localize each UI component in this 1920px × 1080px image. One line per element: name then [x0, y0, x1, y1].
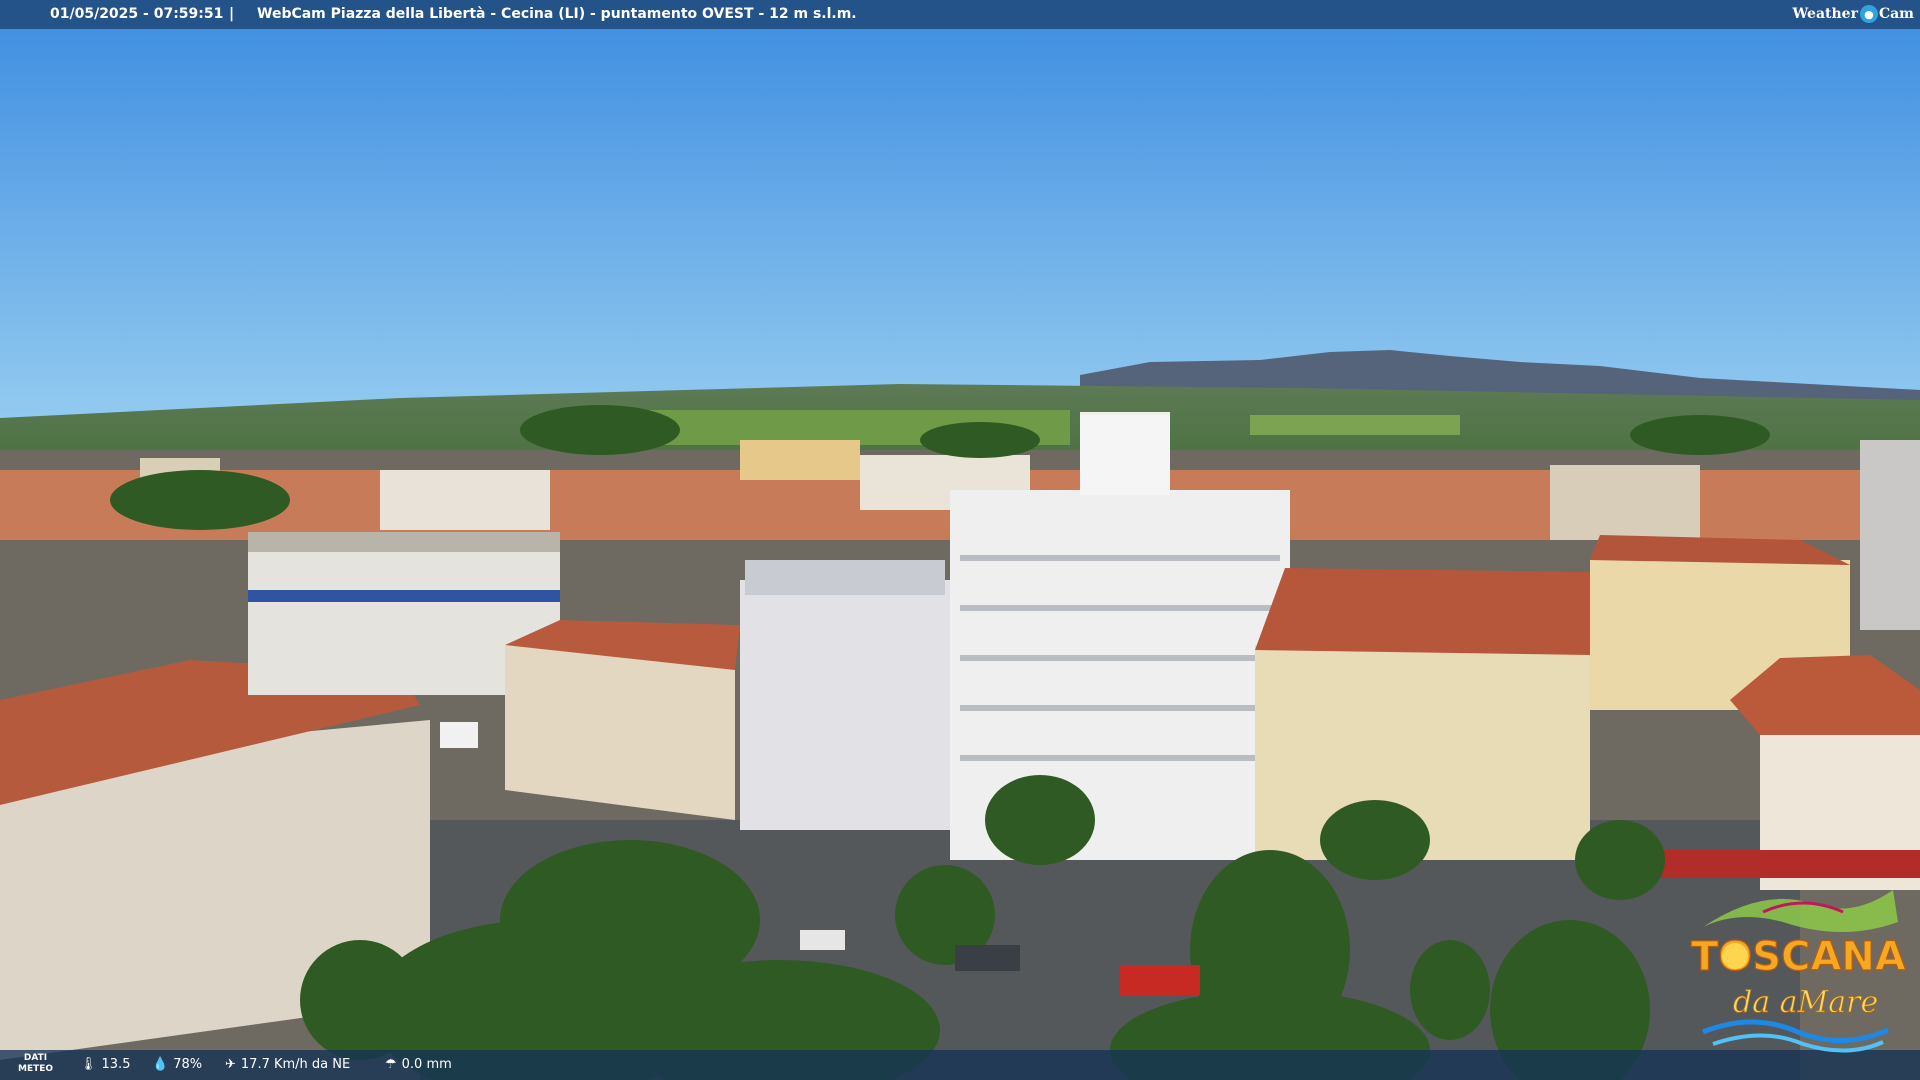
- timestamp: 01/05/2025 - 07:59:51: [50, 6, 224, 22]
- camera-icon: ●: [1859, 5, 1878, 23]
- webcam-scene: [0, 0, 1920, 1080]
- building-beige: [505, 620, 740, 820]
- wind-value: 17.7 Km/h da NE: [240, 1057, 351, 1072]
- humidity-value: 78%: [173, 1057, 203, 1072]
- sun-icon: [1722, 943, 1748, 969]
- building-yellow: [1255, 568, 1590, 860]
- temperature-value: 13.5: [101, 1057, 131, 1072]
- building-grey: [740, 560, 955, 830]
- weathercam-brand-left: Weather: [1792, 6, 1858, 22]
- humidity-item: 💧 78%: [152, 1057, 202, 1072]
- rain-value: 0.0 mm: [401, 1057, 452, 1072]
- weathercam-brand-right: Cam: [1878, 6, 1914, 22]
- logo-line2: da aMare: [1733, 985, 1878, 1020]
- thermometer-icon: 🌡: [80, 1057, 97, 1072]
- toscana-da-amare-logo: TOSCANA da aMare: [1690, 890, 1906, 1053]
- weathercam-logo: Weather ● Cam: [1792, 3, 1914, 25]
- humidity-icon: 💧: [152, 1057, 169, 1072]
- wind-icon: ✈: [225, 1057, 236, 1072]
- weather-data-label-line2: METEO: [18, 1064, 54, 1074]
- wind-item: ✈ 17.7 Km/h da NE: [225, 1057, 350, 1072]
- weather-data-label-line1: DATI: [23, 1053, 48, 1063]
- rain-item: ☂ 0.0 mm: [385, 1057, 452, 1072]
- webcam-title: WebCam Piazza della Libertà - Cecina (LI…: [257, 6, 857, 22]
- umbrella-icon: ☂: [385, 1057, 397, 1072]
- weather-data-label: DATI METEO: [18, 1053, 53, 1075]
- header-bar: 01/05/2025 - 07:59:51 | WebCam Piazza de…: [0, 0, 1920, 29]
- weather-bar: DATI METEO 🌡 13.5 💧 78% ✈ 17.7 Km/h da N…: [0, 1050, 1920, 1080]
- separator: |: [229, 6, 235, 22]
- sky: [0, 0, 1920, 420]
- temperature-item: 🌡 13.5: [80, 1057, 130, 1072]
